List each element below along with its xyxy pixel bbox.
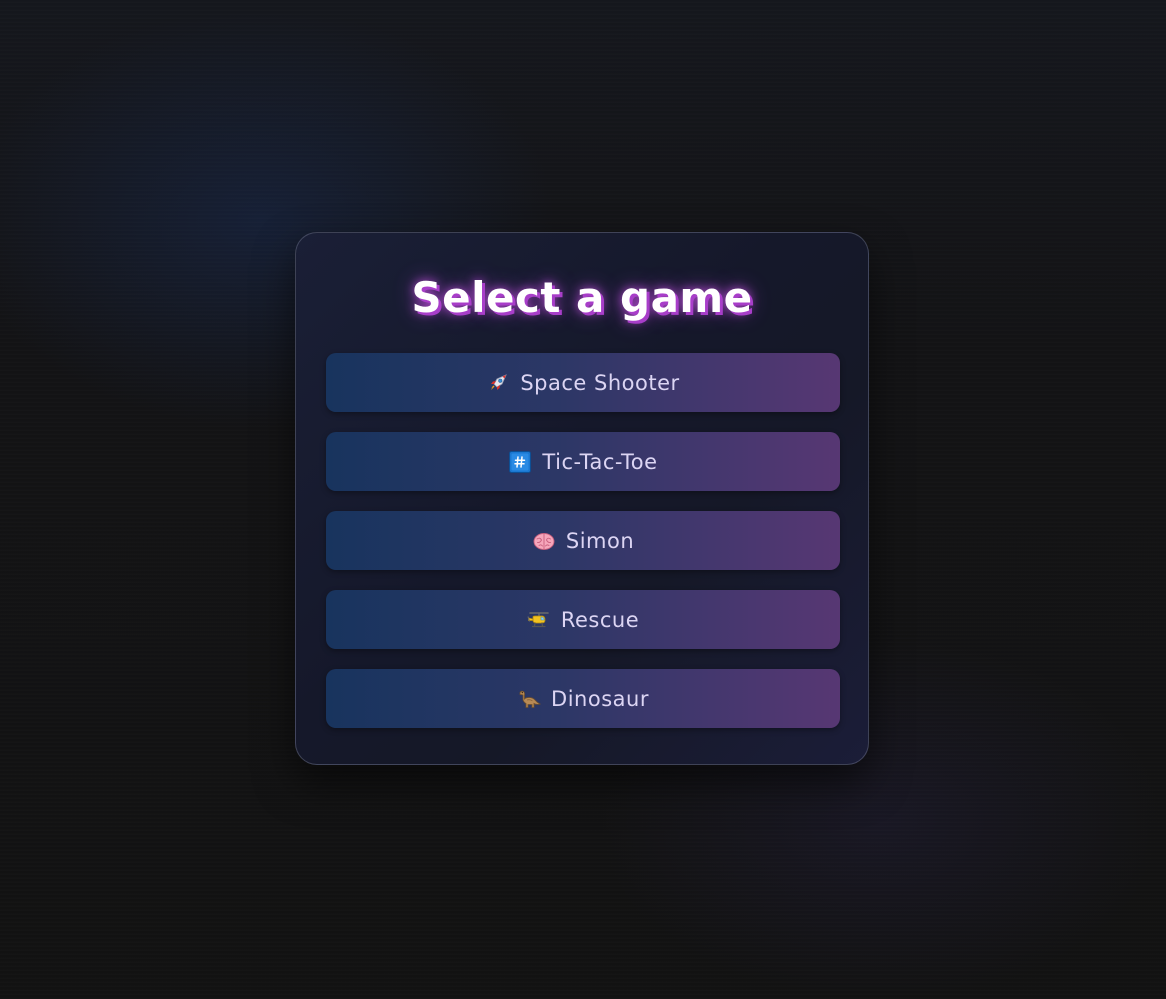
dinosaur-label: Dinosaur xyxy=(551,686,649,711)
helicopter-icon xyxy=(527,608,551,632)
tic-tac-toe-label: Tic-Tac-Toe xyxy=(542,449,658,474)
game-menu: Space Shooter Tic-Tac-Toe Simon Rescue D… xyxy=(326,353,840,748)
simon-button[interactable]: Simon xyxy=(326,511,840,570)
simon-label: Simon xyxy=(565,528,635,553)
dinosaur-button[interactable]: Dinosaur xyxy=(326,669,840,728)
rescue-button[interactable]: Rescue xyxy=(326,590,840,649)
hash-keycap-icon xyxy=(508,450,532,474)
space-shooter-button[interactable]: Space Shooter xyxy=(326,353,840,412)
game-select-panel: Select a game Space Shooter Tic-Tac-Toe … xyxy=(295,232,869,765)
rescue-label: Rescue xyxy=(560,607,640,632)
rocket-icon xyxy=(486,371,510,395)
dinosaur-icon xyxy=(517,687,542,711)
brain-icon xyxy=(532,529,556,553)
space-shooter-label: Space Shooter xyxy=(520,370,680,395)
page-title: Select a game xyxy=(411,273,753,322)
tic-tac-toe-button[interactable]: Tic-Tac-Toe xyxy=(326,432,840,491)
